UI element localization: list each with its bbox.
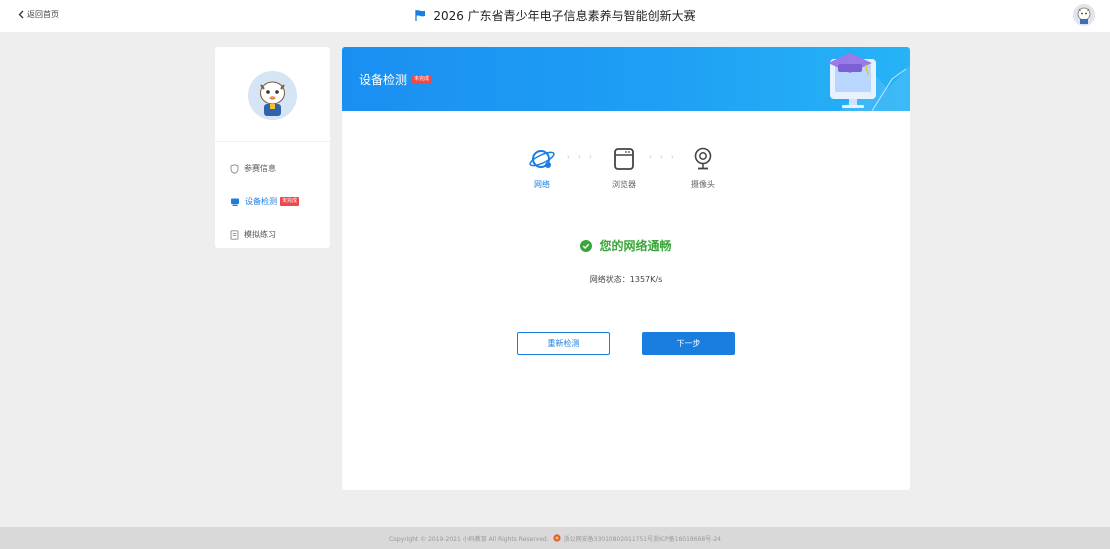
profile-avatar <box>248 71 297 120</box>
icp-link[interactable]: 浙公网安备33010802011751号浙ICP备16018668号-24 <box>564 534 721 543</box>
status-badge: 未完成 <box>412 75 432 84</box>
panel-header: 设备检测 未完成 <box>342 47 910 111</box>
retry-button[interactable]: 重新检测 <box>517 332 610 355</box>
check-circle-icon <box>580 239 593 252</box>
page-title: 2026 广东省青少年电子信息素养与智能创新大赛 <box>0 7 1110 24</box>
panel-title-text: 设备检测 <box>359 73 408 87</box>
step-browser: 浏览器 <box>604 147 644 190</box>
top-bar: 返回首页 2026 广东省青少年电子信息素养与智能创新大赛 <box>0 0 1110 32</box>
network-speed: 网络状态：1357K/s <box>589 275 663 284</box>
sidebar-item-contest-info[interactable]: 参赛信息 <box>230 163 276 174</box>
panel-title: 设备检测 未完成 <box>359 71 432 88</box>
step-camera: 摄像头 <box>683 147 723 190</box>
browser-icon <box>614 148 634 170</box>
status-text: 您的网络通畅 <box>599 239 672 253</box>
step-label: 网络 <box>534 180 550 189</box>
sidebar-item-label: 设备检测 <box>245 197 277 206</box>
step-label: 浏览器 <box>612 180 636 189</box>
next-step-button[interactable]: 下一步 <box>642 332 735 355</box>
document-icon <box>230 229 239 240</box>
webcam-icon <box>694 147 712 170</box>
sidebar-item-label: 参赛信息 <box>244 164 276 173</box>
globe-icon <box>529 150 555 168</box>
page-title-text: 2026 广东省青少年电子信息素养与智能创新大赛 <box>433 9 696 23</box>
step-arrows: › › › <box>649 153 677 161</box>
check-steps: 网络 › › › 浏览器 › › › 摄像头 <box>522 147 742 190</box>
step-network: 网络 <box>522 147 562 190</box>
sidebar: 参赛信息 设备检测 未完成 模拟练习 <box>215 47 330 248</box>
copyright-text: Copyright © 2019-2021 小码教育 All Rights Re… <box>388 535 549 543</box>
device-check-panel: 设备检测 未完成 网络 › › › 浏览器 › › › 摄像头 您的网络通畅 网… <box>342 47 910 490</box>
device-icon <box>231 198 239 206</box>
step-label: 摄像头 <box>691 180 715 189</box>
sidebar-item-label: 模拟练习 <box>244 230 276 239</box>
sidebar-item-practice[interactable]: 模拟练习 <box>230 229 276 240</box>
shield-icon <box>230 163 239 174</box>
sidebar-divider <box>215 141 330 142</box>
footer: Copyright © 2019-2021 小码教育 All Rights Re… <box>0 527 1110 549</box>
sidebar-item-device-check[interactable]: 设备检测 未完成 <box>230 196 300 207</box>
network-ok-status: 您的网络通畅 <box>342 237 910 254</box>
monitor-illustration-icon <box>828 53 910 111</box>
police-badge-icon <box>553 534 561 542</box>
flag-icon <box>415 10 426 21</box>
status-badge: 未完成 <box>280 197 300 206</box>
step-arrows: › › › <box>567 153 595 161</box>
user-avatar[interactable] <box>1073 4 1095 26</box>
